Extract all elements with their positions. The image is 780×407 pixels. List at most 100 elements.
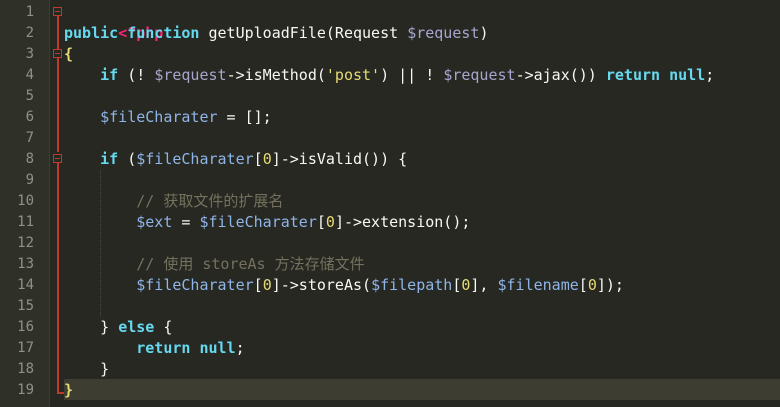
- code-token: ): [479, 24, 489, 42]
- code-token: else: [118, 318, 155, 336]
- code-line-19: }: [64, 380, 73, 401]
- line-number: 19: [17, 382, 34, 398]
- code-line-4: if (! $request->isMethod('post') || ! $r…: [64, 65, 714, 86]
- fold-toggle-icon[interactable]: [53, 154, 62, 163]
- code-line-6: $fileCharater = [];: [64, 107, 272, 128]
- code-token: if: [100, 66, 119, 84]
- line-number: 12: [17, 235, 34, 251]
- code-token: = [];: [217, 108, 272, 126]
- code-token: ],: [470, 276, 498, 294]
- code-token: ->isMethod(: [226, 66, 326, 84]
- code-token: $filepath: [371, 276, 453, 294]
- code-token: function: [127, 24, 200, 42]
- code-line-3: {: [64, 44, 73, 65]
- line-number: 9: [25, 172, 34, 188]
- code-token: 0: [262, 150, 272, 168]
- code-token: ]->extension();: [334, 213, 471, 231]
- code-token: null: [669, 66, 706, 84]
- code-token: (: [118, 150, 137, 168]
- line-number: 6: [25, 109, 34, 125]
- fold-range-line: [57, 163, 59, 393]
- code-comment: // 使用 storeAs 方法存储文件: [136, 255, 365, 273]
- code-token: ;: [235, 339, 245, 357]
- code-token: [: [578, 276, 588, 294]
- line-number: 11: [17, 214, 34, 230]
- fold-range-line: [57, 58, 59, 152]
- code-token: ;: [705, 66, 715, 84]
- code-token: 0: [262, 276, 272, 294]
- code-line-2: public function getUploadFile(Request $r…: [64, 23, 488, 44]
- line-number: 8: [25, 151, 34, 167]
- code-line-11: $ext = $fileCharater[0]->extension();: [64, 212, 470, 233]
- line-number: 17: [17, 340, 34, 356]
- code-token: ) || !: [380, 66, 444, 84]
- fold-end-marker: [57, 392, 64, 394]
- code-text-area[interactable]: <?php public function getUploadFile(Requ…: [64, 0, 780, 407]
- code-line-8: if ($fileCharater[0]->isValid()) {: [64, 149, 407, 170]
- code-token: $fileCharater: [136, 276, 254, 294]
- code-line-18: }: [64, 359, 109, 380]
- code-token: null: [199, 339, 236, 357]
- line-number: 15: [17, 298, 34, 314]
- code-token: $filename: [497, 276, 579, 294]
- line-number-gutter: 1 2 3 4 5 6 7 8 9 10 11 12 13 14 15 16 1…: [0, 0, 50, 407]
- code-token: }: [64, 360, 110, 378]
- code-token: ->ajax()): [515, 66, 606, 84]
- code-token: public: [64, 24, 119, 42]
- code-token: {: [64, 45, 74, 63]
- code-token: $fileCharater: [100, 108, 218, 126]
- code-token: $request: [154, 66, 227, 84]
- fold-toggle-icon[interactable]: [53, 49, 62, 58]
- code-line-1: <?php: [64, 2, 163, 42]
- code-token: $fileCharater: [199, 213, 317, 231]
- line-number: 2: [25, 25, 34, 41]
- line-number: 18: [17, 361, 34, 377]
- line-number: 13: [17, 256, 34, 272]
- code-line-16: } else {: [64, 317, 172, 338]
- code-line-10: // 获取文件的扩展名: [64, 191, 283, 212]
- code-token: [: [316, 213, 326, 231]
- code-token: ]->storeAs(: [271, 276, 372, 294]
- line-number: 1: [25, 4, 34, 20]
- code-token: 'post': [325, 66, 381, 84]
- line-number: 3: [25, 46, 34, 62]
- fold-range-line: [57, 16, 59, 52]
- line-number: 14: [17, 277, 34, 293]
- code-token: return: [136, 339, 191, 357]
- code-token: return: [605, 66, 661, 84]
- code-token: {: [154, 318, 173, 336]
- code-token: getUploadFile(Request: [199, 24, 408, 42]
- code-line-13: // 使用 storeAs 方法存储文件: [64, 254, 365, 275]
- line-number: 5: [25, 88, 34, 104]
- code-token: =: [172, 213, 200, 231]
- code-comment: // 获取文件的扩展名: [136, 192, 284, 210]
- line-number: 7: [25, 130, 34, 146]
- code-token: 0: [325, 213, 335, 231]
- code-token: (!: [118, 66, 155, 84]
- code-line-14: $fileCharater[0]->storeAs($filepath[0], …: [64, 275, 624, 296]
- code-token: [: [253, 150, 263, 168]
- code-token: 0: [587, 276, 597, 294]
- fold-toggle-icon[interactable]: [53, 7, 62, 16]
- code-token: ]);: [596, 276, 624, 294]
- code-token: $request: [443, 66, 516, 84]
- line-number: 16: [17, 319, 34, 335]
- code-token: [: [253, 276, 263, 294]
- code-line-17: return null;: [64, 338, 245, 359]
- code-token: $request: [407, 24, 480, 42]
- code-token: $fileCharater: [136, 150, 254, 168]
- line-number: 4: [25, 67, 34, 83]
- code-token: ]->isValid()) {: [271, 150, 408, 168]
- code-editor[interactable]: 1 2 3 4 5 6 7 8 9 10 11 12 13 14 15 16 1…: [0, 0, 780, 407]
- code-token: if: [100, 150, 119, 168]
